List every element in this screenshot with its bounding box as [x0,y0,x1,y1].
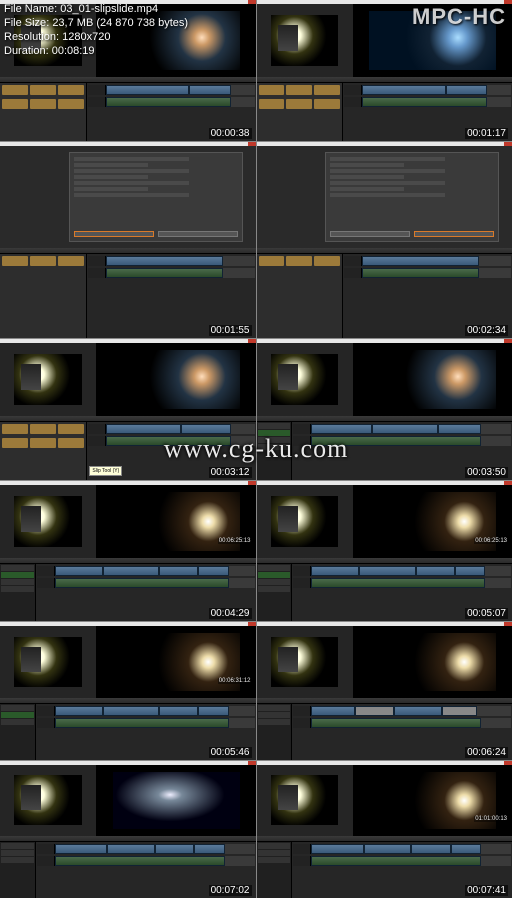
dialog-button [330,231,410,237]
thumbnail[interactable]: 00:06:25:13 00:04:29 [0,481,256,621]
tooltip: Slip Tool (Y) [89,466,122,476]
thumbnail[interactable]: 00:07:02 [0,761,256,898]
folder-icon [58,438,84,448]
thumbnail[interactable]: 01:01:00:13 00:07:41 [257,761,512,898]
folder-icon [2,438,28,448]
program-monitor [97,765,255,836]
source-monitor [257,765,354,836]
timestamp-label: 00:01:17 [465,128,508,139]
timestamp-label: 00:03:12 [209,467,252,478]
folder-icon [30,99,56,109]
folder-icon [2,85,28,95]
thumbnail[interactable]: 00:06:25:13 00:05:07 [257,481,512,621]
tools-panel [257,704,293,760]
timestamp-label: 00:05:07 [465,608,508,619]
project-panel [0,422,87,480]
tools-panel [257,422,293,480]
dialog-button [74,231,154,237]
program-monitor: 01:01:00:13 [354,765,512,836]
thumbnail[interactable]: 00:06:31:12 00:05:46 [0,622,256,759]
timestamp-label: 00:02:34 [465,325,508,336]
tools-panel [0,842,36,898]
timecode-overlay: 00:06:25:13 [218,538,252,544]
source-monitor [257,485,354,558]
folder-icon [58,99,84,109]
folder-icon [314,85,340,95]
folder-icon [30,438,56,448]
timestamp-label: 00:07:41 [465,885,508,896]
timecode-overlay: 01:01:00:13 [474,816,508,822]
folder-icon [58,256,84,266]
timecode-overlay: 00:06:25:13 [474,538,508,544]
thumbnail-grid: 00:00:38 00:01:17 [0,0,512,898]
folder-icon [286,256,312,266]
folder-icon [30,256,56,266]
folder-icon [259,99,285,109]
program-monitor: 00:06:25:13 [354,485,512,558]
tools-panel [0,704,36,760]
folder-icon [286,85,312,95]
thumbnail[interactable]: 00:06:24 [257,622,512,759]
folder-icon [30,424,56,434]
folder-icon [314,256,340,266]
thumbnail[interactable]: 00:01:55 [0,142,256,337]
tools-panel [0,564,36,621]
source-monitor [257,343,354,416]
program-monitor [97,343,255,416]
timestamp-label: 00:05:46 [209,747,252,758]
folder-icon [2,99,28,109]
source-monitor [257,4,354,77]
tools-panel [257,842,293,898]
file-info-overlay: File Name: 03_01-slipslide.mp4 File Size… [4,2,188,58]
timestamp-label: 00:07:02 [209,885,252,896]
preferences-dialog [325,152,499,241]
timestamp-label: 00:01:55 [209,325,252,336]
timestamp-label: 00:04:29 [209,608,252,619]
tools-panel [257,564,293,621]
folder-icon [2,424,28,434]
timestamp-label: 00:03:50 [465,467,508,478]
folder-icon [259,256,285,266]
program-monitor [354,626,512,697]
project-panel [257,254,344,338]
project-panel [0,83,87,141]
folder-icon [2,256,28,266]
program-monitor: 00:06:25:13 [97,485,255,558]
source-monitor [257,626,354,697]
dialog-button [414,231,494,237]
folder-icon [30,85,56,95]
folder-icon [314,99,340,109]
thumbnail[interactable]: Slip Tool (Y) 00:03:12 [0,339,256,480]
timecode-overlay: 00:06:31:12 [218,678,252,684]
project-panel [0,254,87,338]
thumbnail[interactable]: 00:03:50 [257,339,512,480]
folder-icon [58,424,84,434]
program-monitor: 00:06:31:12 [97,626,255,697]
source-monitor [0,485,97,558]
thumbnail[interactable]: 00:02:34 [257,142,512,337]
dialog-button [158,231,238,237]
source-monitor [0,343,97,416]
source-monitor [0,765,97,836]
folder-icon [58,85,84,95]
program-monitor [354,343,512,416]
preferences-dialog [69,152,243,241]
player-logo: MPC-HC [412,4,506,30]
folder-icon [286,99,312,109]
timestamp-label: 00:06:24 [465,747,508,758]
folder-icon [259,85,285,95]
timestamp-label: 00:00:38 [209,128,252,139]
source-monitor [0,626,97,697]
project-panel [257,83,344,141]
